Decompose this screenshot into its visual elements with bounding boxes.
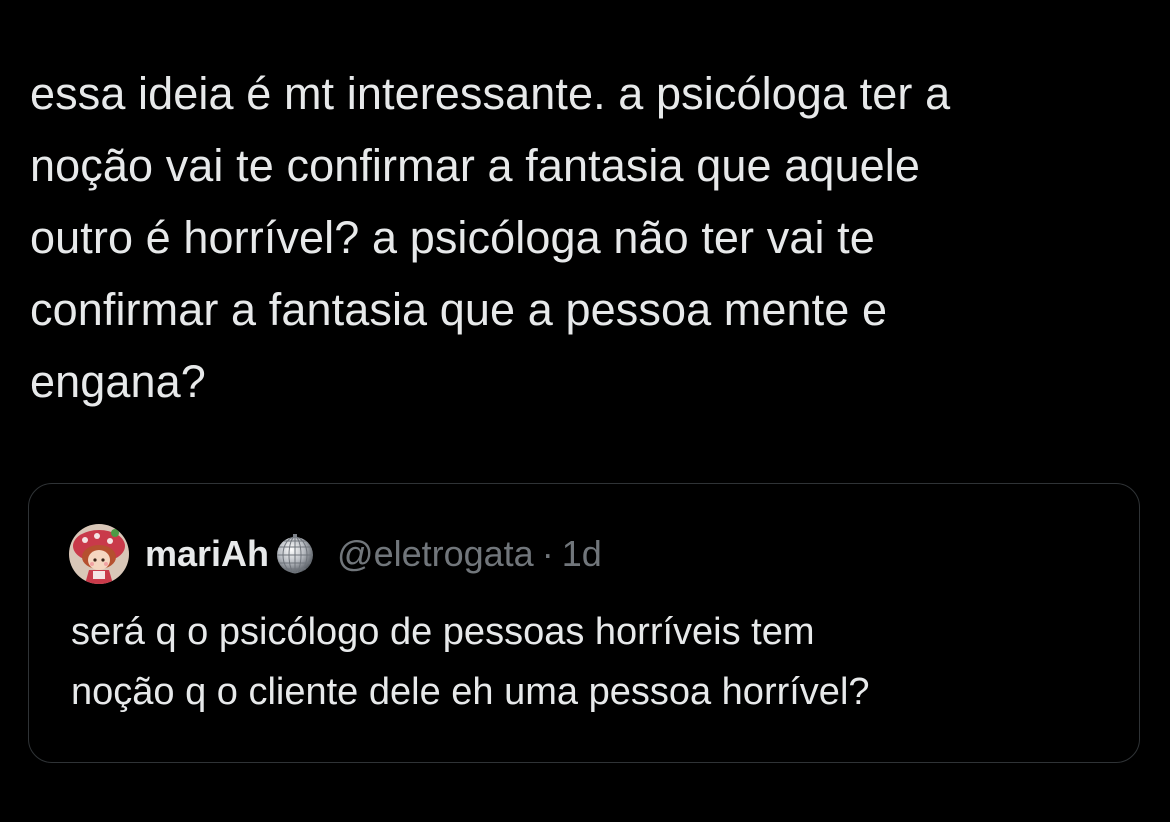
quoted-tweet-card[interactable]: mariAh @eletrogata · 1d será q o psicólo… xyxy=(28,483,1140,763)
quoted-tweet-text: será q o psicólogo de pessoas horríveis … xyxy=(71,611,870,713)
author-handle[interactable]: @eletrogata xyxy=(337,533,534,575)
author-name[interactable]: mariAh xyxy=(145,533,269,575)
quoted-tweet-header: mariAh @eletrogata · 1d xyxy=(69,524,602,584)
separator-dot: · xyxy=(541,533,554,574)
timestamp[interactable]: 1d xyxy=(562,533,602,575)
tweet-text: essa ideia é mt interessante. a psicólog… xyxy=(30,68,951,407)
avatar-image xyxy=(69,524,129,584)
avatar[interactable] xyxy=(69,524,129,584)
disco-ball-icon xyxy=(275,534,315,574)
